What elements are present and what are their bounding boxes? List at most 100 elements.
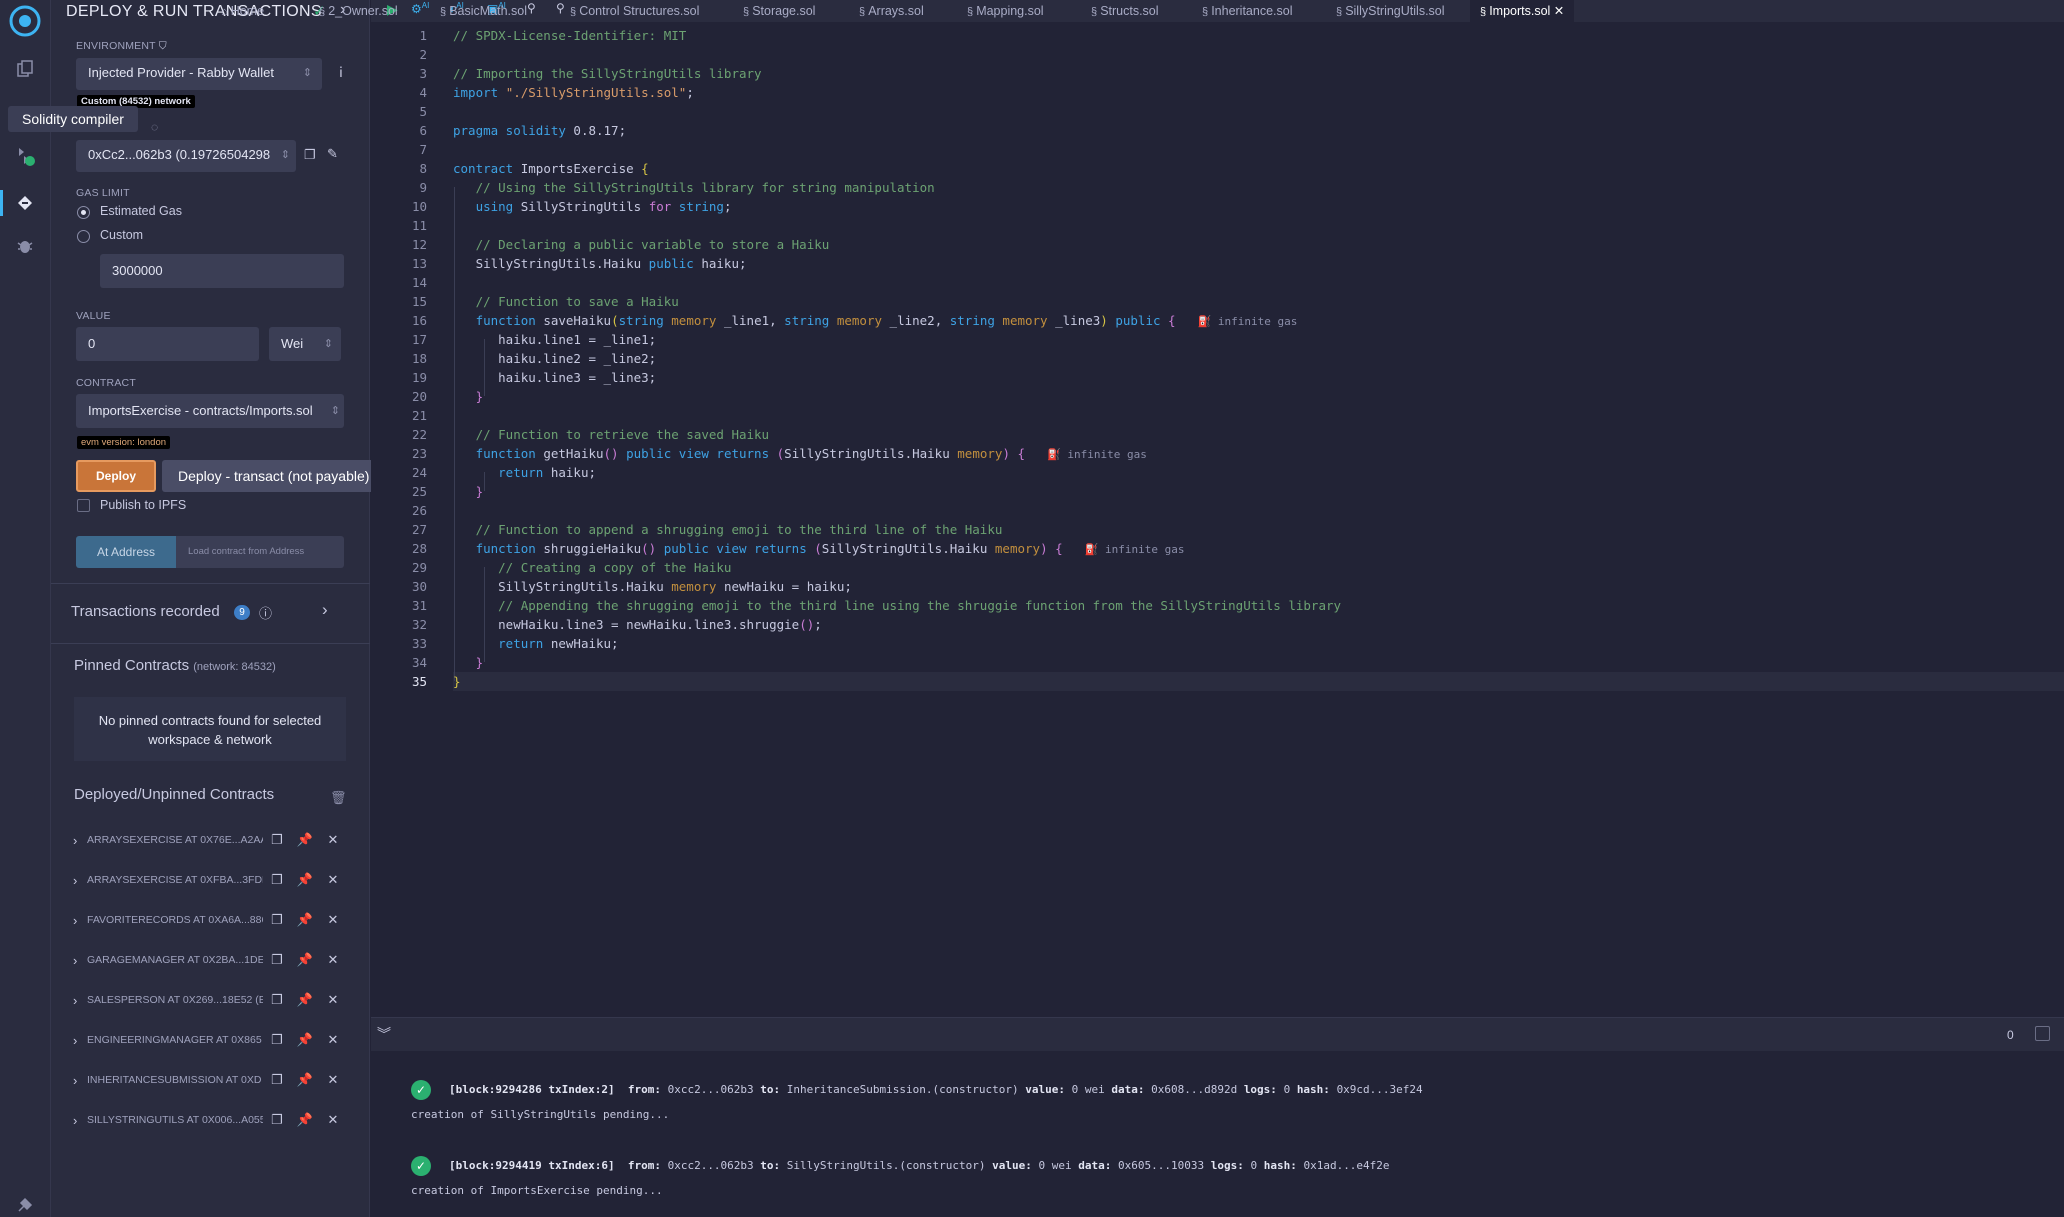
tab-basicmath-sol[interactable]: § BasicMath.sol	[440, 0, 527, 22]
publish-ipfs-checkbox[interactable]	[77, 499, 90, 512]
code-line: 5	[419, 104, 427, 119]
tab-storage-sol[interactable]: § Storage.sol	[743, 0, 815, 22]
estimated-gas-radio[interactable]	[77, 206, 90, 219]
tab-2-owner-sol[interactable]: § 2_Owner.sol	[319, 0, 398, 22]
edit-icon[interactable]: ✎	[327, 146, 338, 162]
deployed-contract-row[interactable]: › GARAGEMANAGER AT 0X2BA...1DE ❐ 📌 ✕	[73, 944, 359, 976]
tab-sillystringutils-sol[interactable]: § SillyStringUtils.sol	[1336, 0, 1445, 22]
close-icon[interactable]: ✕	[319, 832, 347, 848]
chevron-right-icon[interactable]: ›	[73, 833, 87, 848]
custom-gas-radio[interactable]	[77, 230, 90, 243]
chevron-right-icon[interactable]: ›	[73, 873, 87, 888]
close-icon[interactable]: ✕	[319, 912, 347, 928]
chevron-right-icon[interactable]: ›	[73, 913, 87, 928]
pin-icon[interactable]: 📌	[291, 1112, 319, 1128]
deployed-contract-row[interactable]: › ARRAYSEXERCISE AT 0XFBA...3FDFC ❐ 📌 ✕	[73, 864, 359, 896]
copy-icon[interactable]: ❐	[263, 1032, 291, 1048]
transactions-recorded-title: Transactions recorded	[71, 603, 220, 620]
chevron-right-icon[interactable]: ›	[322, 600, 328, 620]
load-contract-input[interactable]: Load contract from Address	[176, 536, 344, 568]
select-caret-icon: ⇕	[330, 394, 340, 428]
deployed-contract-name: SALESPERSON AT 0X269...18E52 (B	[87, 994, 263, 1006]
trash-icon[interactable]: 🗑	[330, 790, 347, 806]
chevron-right-icon[interactable]: ›	[73, 1113, 87, 1128]
evm-version-badge: evm version: london	[77, 436, 171, 449]
close-icon[interactable]: ✕	[319, 992, 347, 1008]
pin-icon[interactable]: 📌	[291, 832, 319, 848]
pin-icon[interactable]: 📌	[291, 1032, 319, 1048]
close-icon[interactable]: ✕	[319, 952, 347, 968]
value-input[interactable]: 0	[76, 327, 259, 361]
deploy-run-icon[interactable]	[12, 190, 38, 216]
pin-icon[interactable]: 📌	[291, 872, 319, 888]
gas-pump-icon: ⛽	[1084, 543, 1099, 556]
chevron-right-icon[interactable]: ›	[73, 1073, 87, 1088]
deployed-contract-row[interactable]: › ENGINEERINGMANAGER AT 0X865 ❐ 📌 ✕	[73, 1024, 359, 1056]
tab-label: BasicMath.sol	[449, 4, 527, 18]
copy-icon[interactable]: ❐	[263, 1112, 291, 1128]
close-icon[interactable]: ✕	[319, 1032, 347, 1048]
tab-label: Control Structures.sol	[579, 4, 700, 18]
gas-limit-label: GAS LIMIT	[76, 187, 130, 199]
terminal-checkbox[interactable]	[2035, 1026, 2050, 1041]
deployed-contract-row[interactable]: › ARRAYSEXERCISE AT 0X76E...A2AA5 ❐ 📌 ✕	[73, 824, 359, 856]
close-icon[interactable]: ✕	[319, 872, 347, 888]
close-tab-icon[interactable]: ✕	[1550, 4, 1564, 18]
code-line: 11	[411, 218, 427, 233]
solidity-file-icon: §	[1336, 6, 1346, 18]
copy-icon[interactable]: ❐	[263, 1072, 291, 1088]
tab-inheritance-sol[interactable]: § Inheritance.sol	[1202, 0, 1293, 22]
tab-mapping-sol[interactable]: § Mapping.sol	[967, 0, 1044, 22]
tab-home[interactable]: ⌂ Home	[221, 0, 264, 22]
tab-control-structures-sol[interactable]: § Control Structures.sol	[570, 0, 699, 22]
pin-icon[interactable]: 📌	[291, 952, 319, 968]
chevron-right-icon[interactable]: ›	[73, 993, 87, 1008]
deployed-contract-row[interactable]: › SILLYSTRINGUTILS AT 0X006...A055 ❐ 📌 ✕	[73, 1104, 359, 1136]
plugin-manager-icon[interactable]	[12, 1192, 38, 1217]
deployed-contract-row[interactable]: › FAVORITERECORDS AT 0XA6A...886 ❐ 📌 ✕	[73, 904, 359, 936]
deployed-contract-row[interactable]: › SALESPERSON AT 0X269...18E52 (B ❐ 📌 ✕	[73, 984, 359, 1016]
info-icon[interactable]: ⓘ	[259, 603, 272, 622]
terminal-header: ︾ 0	[371, 1017, 2064, 1051]
deployed-contract-row[interactable]: › INHERITANCESUBMISSION AT 0XD ❐ 📌 ✕	[73, 1064, 359, 1096]
at-address-button[interactable]: At Address	[76, 536, 176, 568]
gas-limit-input[interactable]: 3000000	[100, 254, 344, 288]
copy-icon[interactable]: ❐	[263, 912, 291, 928]
copy-icon[interactable]: ❐	[263, 832, 291, 848]
ai-compile-icon[interactable]: ⚙AI	[411, 1, 429, 16]
environment-select[interactable]: Injected Provider - Rabby Wallet ⇕	[76, 58, 322, 90]
pin-icon[interactable]: 📌	[291, 912, 319, 928]
debugger-icon[interactable]	[12, 233, 38, 259]
tab-imports-sol[interactable]: § Imports.sol ✕	[1470, 0, 1575, 22]
tab-structs-sol[interactable]: § Structs.sol	[1091, 0, 1159, 22]
solidity-file-icon: §	[967, 6, 977, 18]
deployed-contract-name: SILLYSTRINGUTILS AT 0X006...A055	[87, 1114, 263, 1126]
chevron-right-icon[interactable]: ›	[73, 1033, 87, 1048]
zoom-out-icon[interactable]: ⚲	[527, 1, 536, 15]
copy-icon[interactable]: ❐	[304, 147, 316, 163]
collapse-terminal-icon[interactable]: ︾	[377, 1024, 391, 1044]
terminal-tx-line[interactable]: [block:9294419 txIndex:6] from: 0xcc2...…	[449, 1159, 1390, 1172]
code-line: 15 // Function to save a Haiku	[411, 294, 679, 309]
close-icon[interactable]: ✕	[319, 1072, 347, 1088]
account-select[interactable]: 0xCc2...062b3 (0.19726504298 ⇕	[76, 140, 296, 172]
file-explorer-icon[interactable]	[12, 56, 38, 82]
pin-icon[interactable]: 📌	[291, 1072, 319, 1088]
zoom-in-icon[interactable]: ⚲	[556, 1, 565, 15]
chevron-right-icon[interactable]: ›	[73, 953, 87, 968]
remix-logo-icon[interactable]	[7, 3, 43, 39]
pin-icon[interactable]: 📌	[291, 992, 319, 1008]
copy-icon[interactable]: ❐	[263, 872, 291, 888]
remix-ide: Solidity compiler DEPLOY & RUN TRANSACTI…	[0, 0, 2064, 1217]
active-indicator	[0, 190, 3, 216]
terminal-tx-line[interactable]: [block:9294286 txIndex:2] from: 0xcc2...…	[449, 1083, 1423, 1096]
tab-arrays-sol[interactable]: § Arrays.sol	[859, 0, 924, 22]
deploy-button[interactable]: Deploy	[76, 460, 156, 492]
solidity-compiler-icon[interactable]	[12, 143, 38, 169]
value-unit-select[interactable]: Wei ⇕	[269, 327, 341, 361]
copy-icon[interactable]: ❐	[263, 992, 291, 1008]
contract-select[interactable]: ImportsExercise - contracts/Imports.sol ⇕	[76, 394, 344, 428]
copy-icon[interactable]: ❐	[263, 952, 291, 968]
close-icon[interactable]: ✕	[319, 1112, 347, 1128]
info-icon[interactable]: ⅰ	[339, 64, 343, 81]
